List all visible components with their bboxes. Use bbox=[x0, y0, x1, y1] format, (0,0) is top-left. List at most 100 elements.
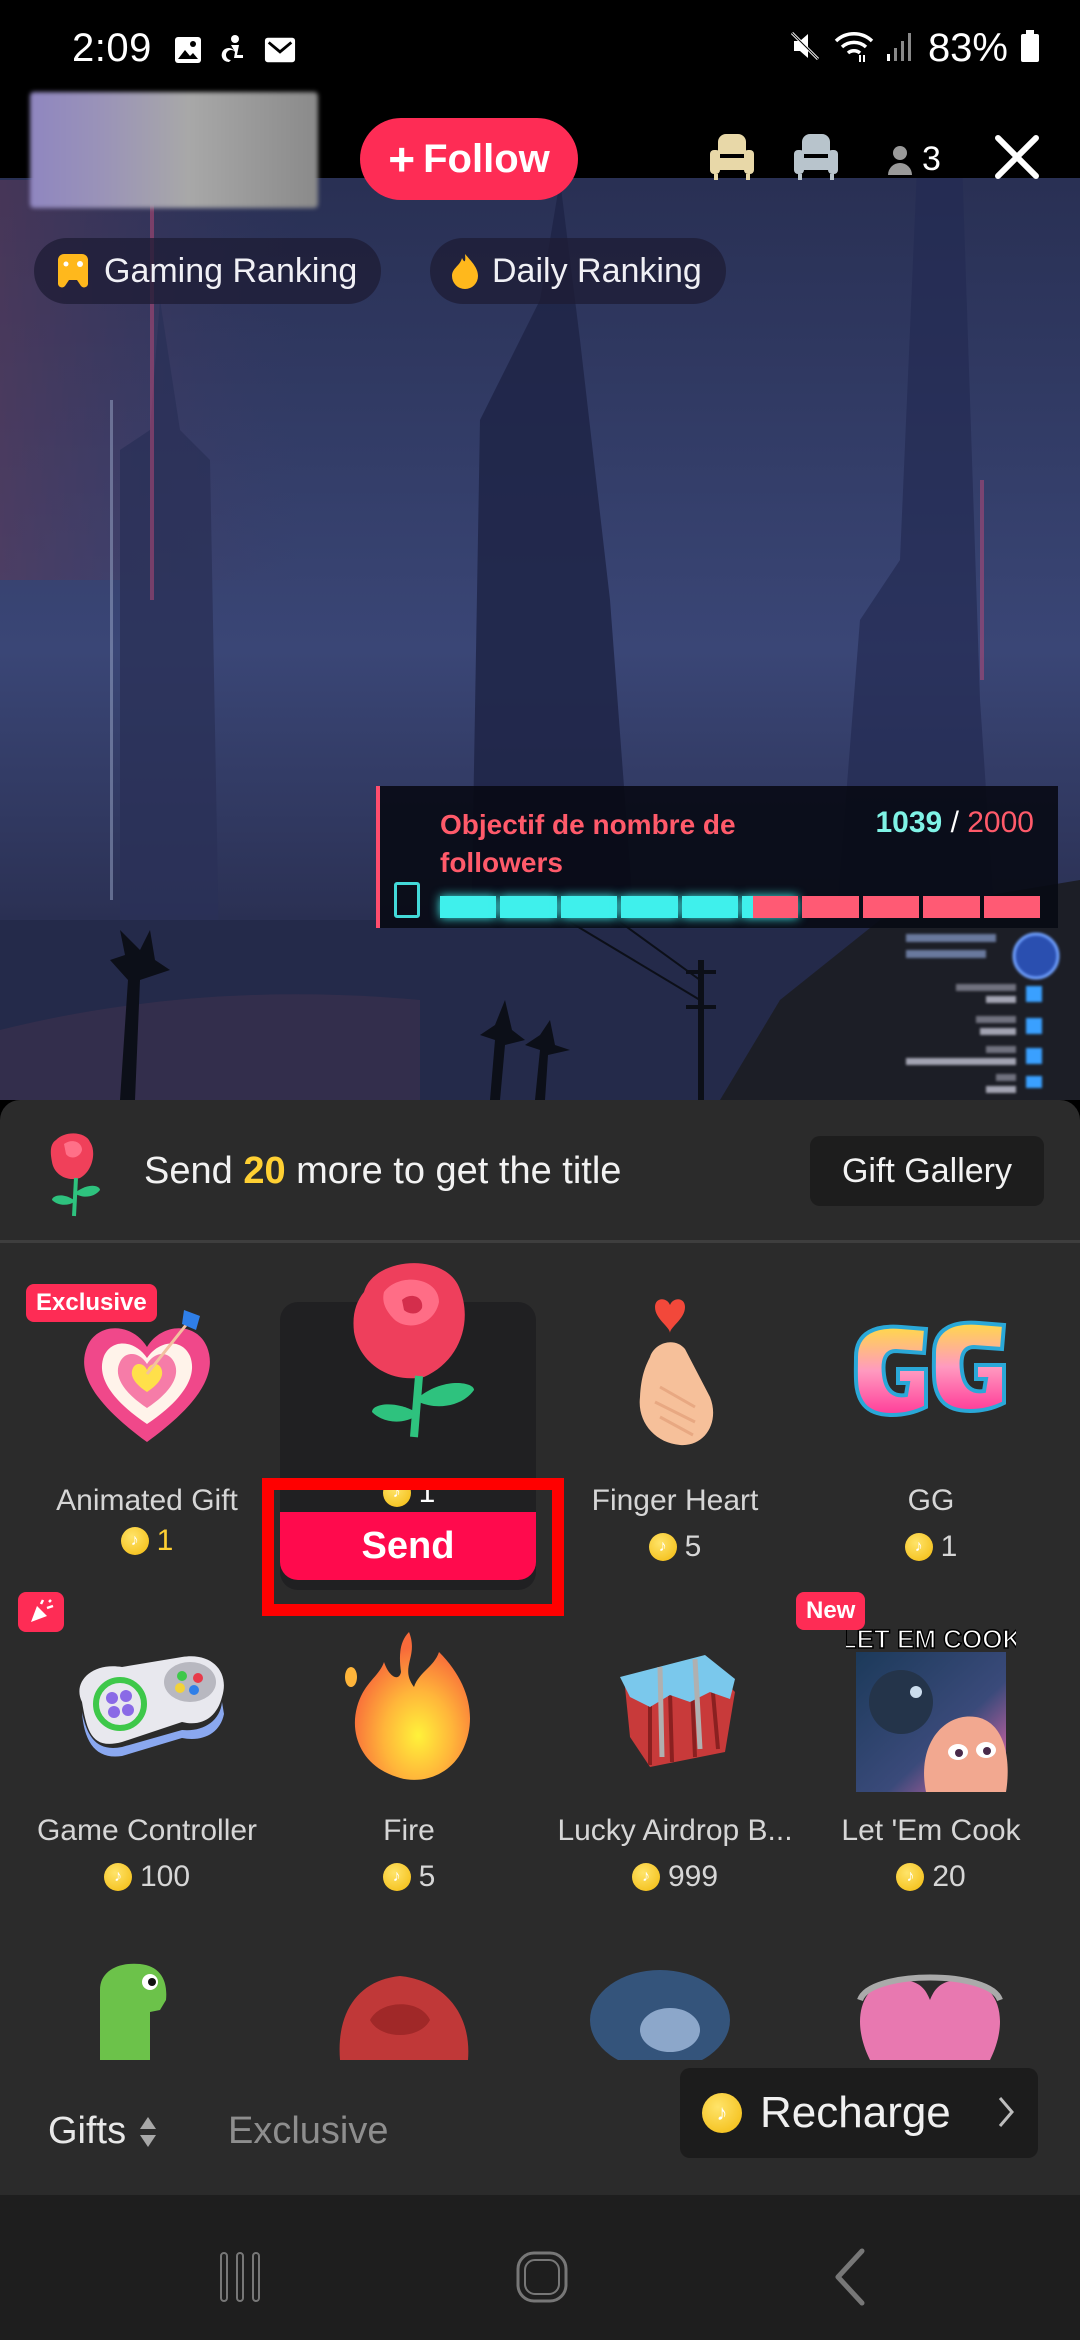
gift-name: GG bbox=[907, 1484, 955, 1517]
coin-icon: ♪ bbox=[103, 1863, 132, 1891]
goal-bar-segment bbox=[983, 896, 1041, 918]
gift-name: Lucky Airdrop B... bbox=[557, 1814, 793, 1847]
gift-price: ♪ 100 bbox=[12, 1860, 282, 1894]
gift-price: ♪ 999 bbox=[540, 1860, 810, 1894]
banner-prefix: Send bbox=[144, 1150, 233, 1192]
gift-tile-airdrop[interactable]: Lucky Airdrop B... ♪ 999 bbox=[540, 1592, 810, 1912]
svg-text:LET EM COOK: LET EM COOK bbox=[846, 1624, 1016, 1654]
goal-bar-segment bbox=[923, 896, 980, 918]
banner-number: 20 bbox=[243, 1150, 286, 1192]
coin-icon: ♪ bbox=[702, 2093, 742, 2133]
back-button[interactable] bbox=[820, 2247, 880, 2307]
coin-icon: ♪ bbox=[382, 1479, 411, 1507]
gamepad-icon bbox=[58, 254, 88, 288]
gift-tile-let-em-cook[interactable]: LET EM COOK Let 'Em Cook ♪ 20 New bbox=[796, 1592, 1066, 1912]
rose-icon bbox=[36, 1130, 112, 1220]
gift-price-value: 100 bbox=[139, 1860, 191, 1893]
gift-tile-finger-heart[interactable]: Finger Heart ♪ 5 bbox=[540, 1262, 810, 1582]
gift-price: ♪ 5 bbox=[540, 1530, 810, 1564]
chevron-right-icon bbox=[998, 2097, 1014, 2127]
goal-bar-segment bbox=[802, 896, 859, 918]
gift-name: Let 'Em Cook bbox=[841, 1814, 1021, 1847]
goal-bar-segment bbox=[560, 896, 618, 918]
status-bar: 2:09 83% bbox=[0, 0, 1080, 100]
gift-price-value: 5 bbox=[418, 1860, 436, 1893]
goal-progress-bar bbox=[440, 896, 1041, 918]
gift-price-value: 1 bbox=[156, 1524, 174, 1557]
gift-price: ♪ 1 bbox=[796, 1530, 1066, 1564]
exclusive-badge: Exclusive bbox=[26, 1284, 157, 1322]
home-button[interactable] bbox=[512, 2247, 572, 2307]
status-time: 2:09 bbox=[72, 26, 152, 70]
silver-seat-icon[interactable] bbox=[792, 134, 840, 180]
host-avatar-blurred[interactable] bbox=[30, 92, 318, 208]
gift-tile-gg[interactable]: GG ♪ 1 bbox=[796, 1262, 1066, 1582]
gg-gift-art bbox=[846, 1292, 1016, 1462]
gift-price-value: 999 bbox=[667, 1860, 719, 1893]
sort-updown-icon bbox=[140, 2116, 157, 2147]
gift-price-value: 1 bbox=[418, 1476, 436, 1509]
tab-gifts[interactable]: Gifts bbox=[48, 2110, 158, 2153]
plus-icon: + bbox=[388, 133, 416, 185]
follow-label: Follow bbox=[423, 136, 550, 181]
goal-current: 1039 bbox=[875, 806, 943, 839]
goal-bar-segment bbox=[862, 896, 920, 918]
back-icon bbox=[835, 2248, 865, 2306]
goal-separator: / bbox=[950, 806, 959, 839]
recharge-button[interactable]: ♪ Recharge bbox=[680, 2068, 1038, 2158]
gift-price: ♪ 5 bbox=[274, 1860, 544, 1894]
coin-icon: ♪ bbox=[631, 1863, 660, 1891]
gift-title-banner: Send 20 more to get the title Gift Galle… bbox=[0, 1100, 1080, 1240]
gift-name: Finger Heart bbox=[591, 1484, 759, 1517]
gift-price: ♪ 1 bbox=[274, 1476, 544, 1510]
system-nav-bar bbox=[0, 2195, 1080, 2340]
recharge-label: Recharge bbox=[760, 2088, 951, 2137]
person-icon bbox=[888, 145, 912, 175]
signal-icon bbox=[886, 30, 916, 67]
controller-gift-art bbox=[62, 1622, 232, 1792]
title-progress-text: Send 20 more to get the title bbox=[144, 1150, 621, 1193]
coin-icon: ♪ bbox=[382, 1863, 411, 1891]
goal-bar-segment bbox=[500, 896, 557, 918]
follower-goal-overlay: Objectif de nombre de followers 1039 / 2… bbox=[376, 786, 1058, 928]
recents-button[interactable] bbox=[210, 2247, 270, 2307]
red-rose-gift-art bbox=[339, 1976, 469, 2060]
galaxy-gift-art bbox=[590, 1970, 730, 2060]
accessibility-icon bbox=[218, 34, 250, 66]
coin-icon: ♪ bbox=[120, 1527, 149, 1555]
chip-label: Daily Ranking bbox=[492, 251, 702, 290]
gift-name: Animated Gift bbox=[56, 1484, 238, 1517]
gift-tile-controller[interactable]: Game Controller ♪ 100 bbox=[12, 1592, 282, 1912]
divider bbox=[0, 1240, 1080, 1243]
goal-bar-segment bbox=[440, 896, 497, 918]
follow-button[interactable]: + Follow bbox=[360, 118, 578, 200]
gift-name: Fire bbox=[383, 1814, 435, 1847]
goal-bar-segment bbox=[742, 896, 799, 918]
battery-icon bbox=[1020, 29, 1040, 68]
gift-price: ♪ 1 bbox=[12, 1524, 282, 1558]
gift-tile-heart-target[interactable]: Animated Gift ♪ 1 Exclusive bbox=[12, 1262, 282, 1582]
tab-exclusive[interactable]: Exclusive bbox=[228, 2110, 389, 2153]
game-hud-blurred bbox=[906, 932, 1060, 1093]
heart-helmet-gift-art bbox=[857, 1974, 1003, 2060]
goal-count: 1039 / 2000 bbox=[875, 806, 1034, 840]
rose-gift-art bbox=[314, 1252, 504, 1442]
goal-total: 2000 bbox=[967, 806, 1034, 839]
battery-percent: 83% bbox=[927, 26, 1008, 70]
coin-icon: ♪ bbox=[904, 1533, 933, 1561]
dinosaur-gift-art bbox=[100, 1963, 167, 2060]
new-badge: New bbox=[796, 1592, 866, 1630]
gift-price-value: 5 bbox=[684, 1530, 702, 1563]
gift-tile-fire[interactable]: Fire ♪ 5 bbox=[274, 1592, 544, 1912]
goal-title: Objectif de nombre de followers bbox=[440, 809, 736, 878]
coin-icon: ♪ bbox=[648, 1533, 677, 1561]
gaming-ranking-chip[interactable]: Gaming Ranking bbox=[34, 238, 382, 304]
close-icon[interactable] bbox=[990, 130, 1044, 184]
gold-seat-icon[interactable] bbox=[708, 134, 756, 180]
viewer-count-button[interactable]: 3 bbox=[888, 140, 941, 179]
daily-ranking-chip[interactable]: Daily Ranking bbox=[430, 238, 726, 304]
send-button[interactable]: Send bbox=[280, 1512, 536, 1580]
gift-price: ♪ 20 bbox=[796, 1860, 1066, 1894]
gift-gallery-button[interactable]: Gift Gallery bbox=[810, 1136, 1044, 1206]
fire-gift-art bbox=[324, 1622, 494, 1792]
